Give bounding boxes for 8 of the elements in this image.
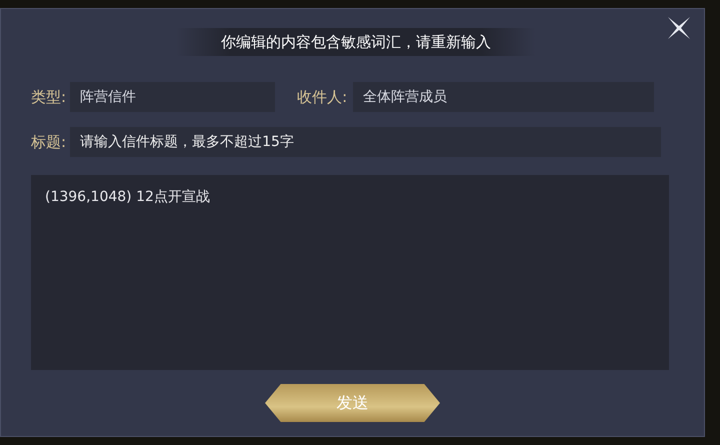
- subject-field[interactable]: 请输入信件标题，最多不超过15字: [70, 127, 662, 157]
- message-body-field[interactable]: (1396,1048) 12点开宣战: [31, 175, 669, 370]
- field-label: 标题:: [31, 132, 66, 153]
- close-icon[interactable]: [666, 15, 692, 41]
- field-label: 收件人:: [297, 86, 348, 108]
- field-value: 阵营信件: [70, 82, 276, 112]
- field-label: 类型:: [31, 86, 66, 108]
- field-value: 全体阵营成员: [353, 82, 654, 112]
